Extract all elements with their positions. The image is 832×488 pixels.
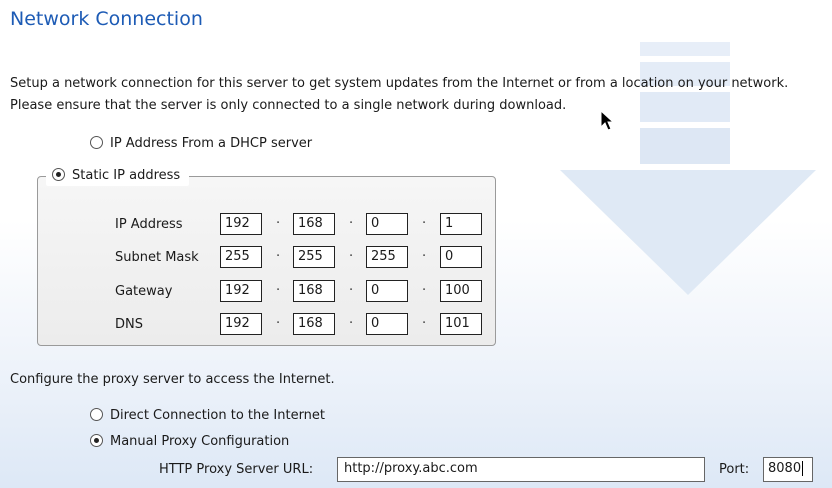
octet-separator: ·	[422, 249, 427, 264]
decorative-arrow-bar	[640, 42, 730, 56]
page-title: Network Connection	[10, 8, 203, 30]
octet-separator: ·	[276, 216, 281, 231]
static-label: Static IP address	[72, 168, 181, 183]
octet-input[interactable]: 192	[220, 213, 262, 235]
mouse-pointer-icon	[600, 110, 615, 131]
direct-connection-radio[interactable]	[90, 408, 103, 421]
proxy-intro: Configure the proxy server to access the…	[10, 372, 335, 387]
octet-separator: ·	[422, 283, 427, 298]
octet-input[interactable]: 0	[366, 213, 408, 235]
octet-input[interactable]: 255	[366, 246, 408, 268]
dhcp-label: IP Address From a DHCP server	[110, 136, 313, 151]
proxy-url-label: HTTP Proxy Server URL:	[159, 462, 314, 477]
text-caret	[802, 461, 804, 476]
direct-connection-label: Direct Connection to the Internet	[110, 408, 326, 423]
page-description: Setup a network connection for this serv…	[10, 76, 789, 113]
download-arrow-icon	[560, 170, 816, 295]
ip-row-label: Gateway	[115, 284, 173, 299]
static-radio[interactable]	[52, 168, 65, 181]
octet-separator: ·	[349, 283, 354, 298]
port-label: Port:	[719, 462, 750, 477]
octet-input[interactable]: 168	[293, 213, 335, 235]
octet-input[interactable]: 255	[293, 246, 335, 268]
ip-row-label: IP Address	[115, 217, 183, 232]
octet-input[interactable]: 0	[440, 246, 482, 268]
ip-row-label: Subnet Mask	[115, 250, 199, 265]
static-ip-group	[37, 176, 496, 346]
octet-separator: ·	[276, 283, 281, 298]
ip-row-label: DNS	[115, 317, 143, 332]
dhcp-radio[interactable]	[90, 136, 103, 149]
octet-separator: ·	[349, 249, 354, 264]
proxy-url-input[interactable]: http://proxy.abc.com	[337, 457, 705, 482]
port-input[interactable]: 8080	[763, 457, 813, 482]
octet-separator: ·	[276, 316, 281, 331]
manual-proxy-radio[interactable]	[90, 434, 103, 447]
octet-input[interactable]: 0	[366, 313, 408, 335]
decorative-arrow-bar	[640, 128, 730, 164]
octet-separator: ·	[349, 216, 354, 231]
octet-separator: ·	[422, 216, 427, 231]
octet-separator: ·	[422, 316, 427, 331]
octet-input[interactable]: 168	[293, 313, 335, 335]
octet-input[interactable]: 192	[220, 313, 262, 335]
octet-input[interactable]: 168	[293, 280, 335, 302]
octet-separator: ·	[349, 316, 354, 331]
octet-separator: ·	[276, 249, 281, 264]
static-ip-option[interactable]: Static IP address	[46, 166, 190, 186]
port-value: 8080	[768, 461, 802, 476]
manual-proxy-label: Manual Proxy Configuration	[110, 434, 290, 449]
octet-input[interactable]: 0	[366, 280, 408, 302]
direct-connection-option[interactable]: Direct Connection to the Internet	[90, 408, 325, 423]
octet-input[interactable]: 192	[220, 280, 262, 302]
manual-proxy-option[interactable]: Manual Proxy Configuration	[90, 434, 289, 449]
octet-input[interactable]: 101	[440, 313, 482, 335]
octet-input[interactable]: 100	[440, 280, 482, 302]
octet-input[interactable]: 255	[220, 246, 262, 268]
octet-input[interactable]: 1	[440, 213, 482, 235]
dhcp-option[interactable]: IP Address From a DHCP server	[90, 136, 312, 151]
